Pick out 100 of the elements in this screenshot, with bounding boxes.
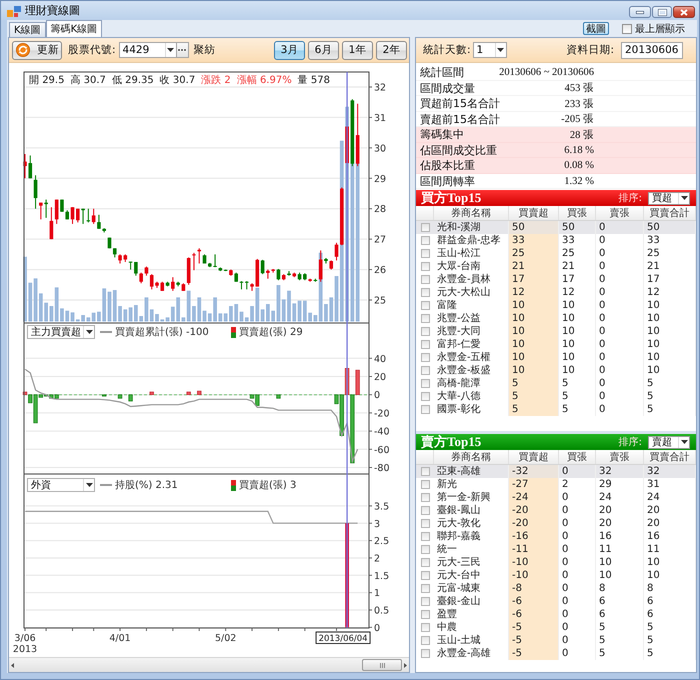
scrollbar-thumb[interactable] bbox=[362, 659, 402, 671]
row-checkbox[interactable] bbox=[421, 249, 430, 258]
period-button[interactable]: 1年 bbox=[342, 40, 373, 60]
row-checkbox[interactable] bbox=[421, 571, 430, 580]
indicator-dropdown[interactable]: 主力買賣超 bbox=[27, 325, 95, 339]
table-row[interactable]: 統一 -11 0 11 11 bbox=[416, 543, 696, 556]
column-header[interactable]: 買張 bbox=[559, 450, 596, 464]
row-checkbox[interactable] bbox=[421, 532, 430, 541]
more-button[interactable] bbox=[176, 42, 189, 58]
period-button[interactable]: 6月 bbox=[308, 40, 339, 60]
table-row[interactable]: 大眾-台南 21 21 0 21 bbox=[416, 260, 696, 273]
table-row[interactable]: 永豐金-五權 10 10 0 10 bbox=[416, 351, 696, 364]
column-header[interactable]: 買張 bbox=[559, 206, 596, 220]
scrollbar-track[interactable] bbox=[9, 657, 409, 672]
table-row[interactable]: 聯邦-嘉義 -16 0 16 16 bbox=[416, 530, 696, 543]
row-checkbox[interactable] bbox=[421, 545, 430, 554]
table-row[interactable]: 富邦-仁愛 10 10 0 10 bbox=[416, 338, 696, 351]
row-checkbox[interactable] bbox=[421, 584, 430, 593]
row-checkbox[interactable] bbox=[421, 353, 430, 362]
indicator-dropdown[interactable]: 外資 bbox=[27, 478, 95, 492]
table-row[interactable]: 兆豐-公益 10 10 0 10 bbox=[416, 312, 696, 325]
close-button[interactable] bbox=[673, 6, 695, 18]
table-row[interactable]: 群益金鼎-忠孝 33 33 0 33 bbox=[416, 234, 696, 247]
column-header[interactable]: 賣張 bbox=[596, 206, 644, 220]
row-checkbox[interactable] bbox=[421, 480, 430, 489]
table-row[interactable]: 玉山-土城 -5 0 5 5 bbox=[416, 634, 696, 647]
period-button[interactable]: 3月 bbox=[274, 40, 305, 60]
caret-icon bbox=[86, 483, 92, 487]
table-row[interactable]: 元富-城東 -8 0 8 8 bbox=[416, 582, 696, 595]
row-checkbox[interactable] bbox=[421, 301, 430, 310]
table-row[interactable]: 盈豐 -6 0 6 6 bbox=[416, 608, 696, 621]
table-row[interactable]: 臺銀-鳳山 -20 0 20 20 bbox=[416, 504, 696, 517]
table-row[interactable]: 國票-彰化 5 5 0 5 bbox=[416, 403, 696, 416]
table-row[interactable]: 永豐金-板盛 10 10 0 10 bbox=[416, 364, 696, 377]
row-checkbox[interactable] bbox=[421, 610, 430, 619]
row-checkbox[interactable] bbox=[421, 558, 430, 567]
row-checkbox[interactable] bbox=[421, 623, 430, 632]
row-checkbox[interactable] bbox=[421, 467, 430, 476]
row-checkbox[interactable] bbox=[421, 506, 430, 515]
screenshot-button[interactable]: 截圖 bbox=[583, 22, 609, 35]
row-checkbox[interactable] bbox=[421, 649, 430, 658]
table-row[interactable]: 新光 -27 2 29 31 bbox=[416, 478, 696, 491]
always-on-top-checkbox[interactable] bbox=[622, 24, 632, 34]
row-checkbox[interactable] bbox=[421, 366, 430, 375]
minimize-button[interactable] bbox=[629, 6, 651, 18]
quote-item: 漲幅 6.97% bbox=[236, 74, 292, 87]
column-header[interactable]: 券商名稱 bbox=[434, 206, 509, 220]
table-row[interactable]: 亞東-高雄 -32 0 32 32 bbox=[416, 465, 696, 478]
column-header[interactable]: 賣張 bbox=[596, 450, 644, 464]
table-row[interactable]: 元大-台中 -10 0 10 10 bbox=[416, 569, 696, 582]
tab[interactable]: 籌碼K線圖 bbox=[46, 20, 102, 37]
row-checkbox[interactable] bbox=[421, 327, 430, 336]
table-row[interactable]: 元大-三民 -10 0 10 10 bbox=[416, 556, 696, 569]
symbol-combo[interactable]: 4429 bbox=[118, 42, 177, 58]
table-row[interactable]: 兆豐-大同 10 10 0 10 bbox=[416, 325, 696, 338]
date-field[interactable]: 20130606 bbox=[621, 42, 683, 58]
row-checkbox[interactable] bbox=[421, 519, 430, 528]
table-row[interactable]: 富隆 10 10 0 10 bbox=[416, 299, 696, 312]
row-checkbox[interactable] bbox=[421, 314, 430, 323]
days-combo[interactable]: 1 bbox=[472, 42, 507, 58]
column-header[interactable]: 買賣超 bbox=[509, 206, 559, 220]
row-checkbox[interactable] bbox=[421, 597, 430, 606]
row-checkbox[interactable] bbox=[421, 236, 430, 245]
row-checkbox[interactable] bbox=[421, 493, 430, 502]
refresh-button[interactable]: 更新 bbox=[12, 40, 62, 60]
table-row[interactable]: 第一金-新興 -24 0 24 24 bbox=[416, 491, 696, 504]
maximize-button[interactable] bbox=[652, 6, 672, 18]
scroll-right-icon[interactable] bbox=[404, 662, 407, 668]
row-checkbox[interactable] bbox=[421, 379, 430, 388]
table-cell: 0 bbox=[596, 338, 644, 351]
table-row[interactable]: 永豐金-高雄 -5 0 5 5 bbox=[416, 647, 696, 660]
row-checkbox[interactable] bbox=[421, 262, 430, 271]
table-row[interactable]: 元大-大松山 12 12 0 12 bbox=[416, 286, 696, 299]
table-row[interactable]: 中農 -5 0 5 5 bbox=[416, 621, 696, 634]
sort-dropdown[interactable]: 賣超 bbox=[648, 436, 690, 448]
sort-dropdown[interactable]: 買超 bbox=[648, 192, 690, 204]
row-checkbox[interactable] bbox=[421, 223, 430, 232]
table-cell: 0 bbox=[559, 530, 596, 543]
column-header[interactable]: 買賣超 bbox=[509, 450, 559, 464]
table-row[interactable]: 永豐金-員林 17 17 0 17 bbox=[416, 273, 696, 286]
table-row[interactable]: 臺銀-金山 -6 0 6 6 bbox=[416, 595, 696, 608]
table-row[interactable]: 玉山-松江 25 25 0 25 bbox=[416, 247, 696, 260]
table-row[interactable]: 大華-八德 5 5 0 5 bbox=[416, 390, 696, 403]
column-header[interactable]: 買賣合計 bbox=[644, 206, 696, 220]
period-button[interactable]: 2年 bbox=[376, 40, 407, 60]
row-checkbox[interactable] bbox=[421, 288, 430, 297]
row-checkbox[interactable] bbox=[421, 340, 430, 349]
caret-icon bbox=[680, 196, 688, 200]
column-header[interactable]: 券商名稱 bbox=[434, 450, 509, 464]
row-checkbox[interactable] bbox=[421, 392, 430, 401]
scroll-left-icon[interactable] bbox=[11, 662, 14, 668]
row-checkbox[interactable] bbox=[421, 405, 430, 414]
table-row[interactable]: 光和-溪湖 50 50 0 50 bbox=[416, 221, 696, 234]
table-row[interactable]: 元大-敦化 -20 0 20 20 bbox=[416, 517, 696, 530]
row-checkbox[interactable] bbox=[421, 275, 430, 284]
column-header[interactable]: 買賣合計 bbox=[644, 450, 696, 464]
tab[interactable]: K線圖 bbox=[9, 22, 46, 37]
table-cell: 0 bbox=[559, 465, 596, 478]
table-row[interactable]: 高橋-龍潭 5 5 0 5 bbox=[416, 377, 696, 390]
row-checkbox[interactable] bbox=[421, 636, 430, 645]
